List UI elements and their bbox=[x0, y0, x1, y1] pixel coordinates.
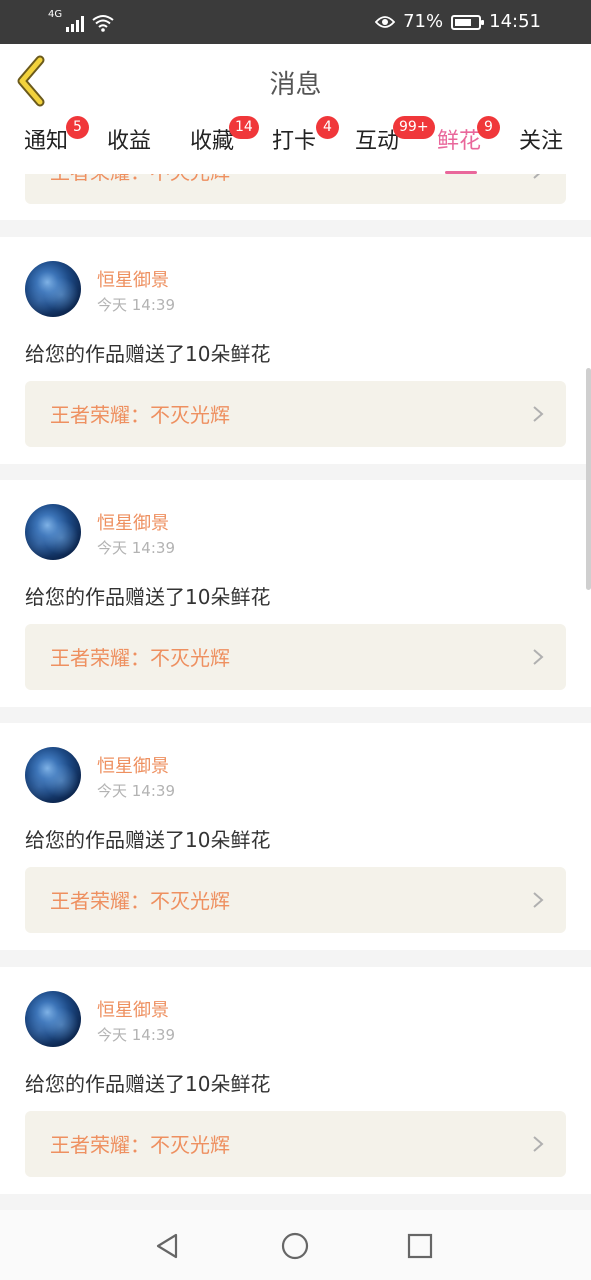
tab-bar: 通知 5 收益 收藏 14 打卡 4 互动 99+ 鲜花 9 关注 bbox=[0, 116, 591, 174]
eye-comfort-icon bbox=[375, 16, 396, 28]
tab-label: 通知 bbox=[24, 129, 69, 154]
home-circle-icon[interactable] bbox=[279, 1230, 311, 1262]
work-link-title: 王者荣耀：不灭光辉 bbox=[50, 646, 230, 670]
tab-following[interactable]: 关注 bbox=[519, 126, 563, 172]
message-text: 给您的作品赠送了10朵鲜花 bbox=[25, 828, 271, 852]
tab-interactions[interactable]: 互动 99+ bbox=[355, 116, 435, 172]
tab-label: 关注 bbox=[519, 129, 564, 154]
tab-badge: 14 bbox=[229, 116, 259, 139]
chevron-right-icon bbox=[533, 892, 544, 908]
avatar[interactable] bbox=[25, 747, 81, 803]
tab-label: 收藏 bbox=[190, 129, 235, 154]
scrollbar[interactable] bbox=[586, 368, 591, 590]
timestamp: 今天 14:39 bbox=[97, 782, 175, 800]
list-item: 恒星御景 今天 14:39 给您的作品赠送了10朵鲜花 王者荣耀：不灭光辉 bbox=[0, 967, 591, 1194]
back-triangle-icon[interactable] bbox=[152, 1230, 184, 1262]
tab-label: 收益 bbox=[107, 129, 152, 154]
work-link-title: 王者荣耀：不灭光辉 bbox=[50, 889, 230, 913]
message-text: 给您的作品赠送了10朵鲜花 bbox=[25, 342, 271, 366]
tab-checkin[interactable]: 打卡 4 bbox=[272, 116, 339, 172]
work-link-title: 王者荣耀：不灭光辉 bbox=[50, 1133, 230, 1157]
app-root: 4G 71% 14:51 消息 通知 5 收益 收藏 14 打卡 4 互动 99… bbox=[0, 0, 591, 1280]
avatar[interactable] bbox=[25, 261, 81, 317]
tab-favorites[interactable]: 收藏 14 bbox=[190, 116, 259, 172]
username[interactable]: 恒星御景 bbox=[97, 996, 169, 1022]
username[interactable]: 恒星御景 bbox=[97, 509, 169, 535]
status-left: 4G bbox=[48, 10, 114, 32]
avatar[interactable] bbox=[25, 504, 81, 560]
header: 消息 bbox=[0, 44, 591, 118]
tab-label: 打卡 bbox=[272, 129, 317, 154]
message-list[interactable]: 王者荣耀：不灭光辉 恒星御景 今天 14:39 给您的作品赠送了10朵鲜花 王者… bbox=[0, 174, 591, 1210]
network-type-label: 4G bbox=[48, 9, 63, 20]
work-link-title: 王者荣耀：不灭光辉 bbox=[50, 403, 230, 427]
timestamp: 今天 14:39 bbox=[97, 1026, 175, 1044]
tab-notifications[interactable]: 通知 5 bbox=[24, 116, 89, 172]
username[interactable]: 恒星御景 bbox=[97, 266, 169, 292]
system-nav-bar bbox=[0, 1210, 591, 1280]
signal-icon bbox=[66, 14, 85, 32]
battery-icon bbox=[451, 14, 485, 30]
tab-label: 互动 bbox=[355, 129, 400, 154]
timestamp: 今天 14:39 bbox=[97, 296, 175, 314]
work-link[interactable]: 王者荣耀：不灭光辉 bbox=[25, 174, 566, 204]
page-title: 消息 bbox=[269, 70, 322, 100]
tab-badge: 9 bbox=[477, 116, 500, 139]
recents-square-icon[interactable] bbox=[404, 1230, 436, 1262]
battery-percent: 71% bbox=[403, 11, 444, 32]
work-link-title: 王者荣耀：不灭光辉 bbox=[50, 174, 230, 185]
wifi-icon bbox=[92, 15, 114, 32]
chevron-right-icon bbox=[533, 1136, 544, 1152]
timestamp: 今天 14:39 bbox=[97, 539, 175, 557]
message-text: 给您的作品赠送了10朵鲜花 bbox=[25, 1072, 271, 1096]
list-item: 恒星御景 今天 14:39 给您的作品赠送了10朵鲜花 王者荣耀：不灭光辉 bbox=[0, 723, 591, 950]
work-link[interactable]: 王者荣耀：不灭光辉 bbox=[25, 1111, 566, 1177]
avatar[interactable] bbox=[25, 991, 81, 1047]
tab-badge: 5 bbox=[66, 116, 89, 139]
chevron-right-icon bbox=[533, 174, 541, 179]
username[interactable]: 恒星御景 bbox=[97, 752, 169, 778]
list-item: 恒星御景 今天 14:39 给您的作品赠送了10朵鲜花 王者荣耀：不灭光辉 bbox=[0, 237, 591, 464]
status-right: 71% 14:51 bbox=[375, 9, 541, 35]
tab-badge: 99+ bbox=[393, 116, 435, 139]
work-link[interactable]: 王者荣耀：不灭光辉 bbox=[25, 624, 566, 690]
chevron-right-icon bbox=[533, 649, 544, 665]
work-link[interactable]: 王者荣耀：不灭光辉 bbox=[25, 867, 566, 933]
chevron-right-icon bbox=[533, 406, 544, 422]
clock: 14:51 bbox=[489, 11, 541, 32]
message-text: 给您的作品赠送了10朵鲜花 bbox=[25, 585, 271, 609]
tab-label: 鲜花 bbox=[437, 129, 482, 154]
tab-badge: 4 bbox=[316, 116, 339, 139]
tab-earnings[interactable]: 收益 bbox=[107, 126, 151, 172]
list-item: 恒星御景 今天 14:39 给您的作品赠送了10朵鲜花 王者荣耀：不灭光辉 bbox=[0, 480, 591, 707]
tab-flowers[interactable]: 鲜花 9 bbox=[437, 116, 500, 174]
status-bar: 4G 71% 14:51 bbox=[0, 0, 591, 44]
battery-fill bbox=[455, 18, 471, 26]
work-link[interactable]: 王者荣耀：不灭光辉 bbox=[25, 381, 566, 447]
list-item-partial: 王者荣耀：不灭光辉 bbox=[0, 174, 591, 220]
